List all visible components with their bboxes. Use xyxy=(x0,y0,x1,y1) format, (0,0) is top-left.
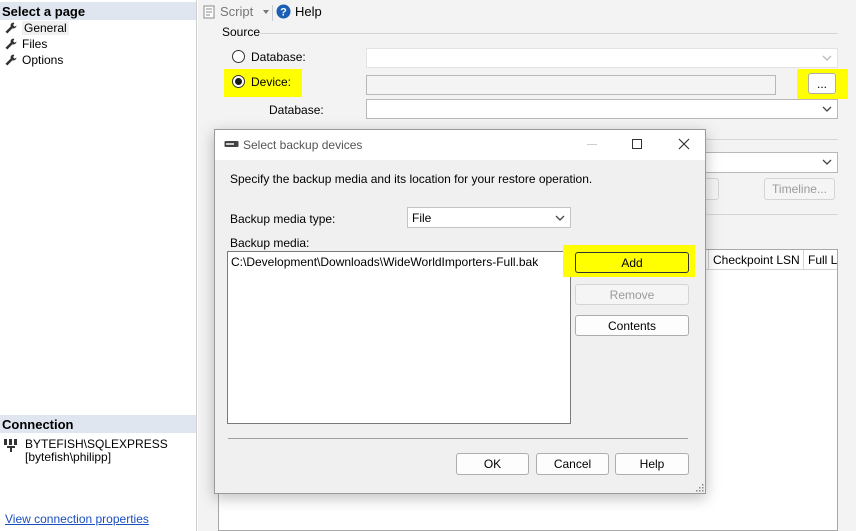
contents-button[interactable]: Contents xyxy=(575,315,689,336)
connection-server: BYTEFISH\SQLEXPRESS xyxy=(25,437,168,451)
remove-button[interactable]: Remove xyxy=(575,284,689,305)
device-database-label: Database: xyxy=(269,103,324,117)
help-label: Help xyxy=(295,4,322,19)
media-type-label: Backup media type: xyxy=(230,212,336,226)
backup-media-list[interactable]: C:\Development\Downloads\WideWorldImport… xyxy=(227,251,571,424)
chevron-down-icon xyxy=(822,55,832,61)
page-item-options[interactable]: Options xyxy=(4,52,63,68)
wrench-icon xyxy=(5,38,17,50)
ok-button[interactable]: OK xyxy=(456,453,529,475)
connection-user: [bytefish\philipp] xyxy=(25,450,112,464)
wrench-icon xyxy=(5,54,17,66)
view-connection-properties-link[interactable]: View connection properties xyxy=(5,512,149,526)
script-icon xyxy=(203,5,215,18)
backup-sets-group-line xyxy=(705,214,838,215)
database-radio[interactable] xyxy=(232,50,245,63)
wrench-icon xyxy=(5,22,17,34)
connection-icon xyxy=(4,439,17,452)
dialog-separator xyxy=(228,438,688,439)
grid-header-full-lsn[interactable]: Full LS xyxy=(808,253,837,267)
select-backup-devices-dialog: Select backup devices Specify the backup… xyxy=(214,129,706,494)
source-group-line xyxy=(260,33,838,34)
connection-header: Connection xyxy=(0,415,196,433)
source-group-label: Source xyxy=(222,25,261,39)
destination-group-line xyxy=(705,139,838,140)
device-radio-label: Device: xyxy=(251,75,292,89)
close-icon[interactable] xyxy=(678,138,690,150)
timeline-button[interactable]: Timeline... xyxy=(764,178,835,200)
cancel-button[interactable]: Cancel xyxy=(536,453,609,475)
destination-select[interactable] xyxy=(705,152,838,173)
page-item-label: Files xyxy=(22,37,48,51)
chevron-down-icon xyxy=(822,106,832,112)
script-button[interactable]: Script xyxy=(202,4,271,19)
script-label: Script xyxy=(220,4,254,19)
dialog-instructions: Specify the backup media and its locatio… xyxy=(230,172,593,186)
toolbar-separator xyxy=(272,5,273,21)
chevron-down-icon xyxy=(555,215,565,221)
help-button[interactable]: ? Help xyxy=(276,4,322,19)
dialog-title: Select backup devices xyxy=(243,138,363,152)
dialog-help-button[interactable]: Help xyxy=(615,453,689,475)
page-item-label: Options xyxy=(22,53,64,67)
dialog-titlebar[interactable]: Select backup devices xyxy=(215,130,705,160)
media-type-value: File xyxy=(412,211,432,225)
backup-media-label: Backup media: xyxy=(230,236,310,250)
add-button[interactable]: Add xyxy=(575,252,689,273)
source-database-select[interactable] xyxy=(366,48,838,68)
page-item-general[interactable]: General xyxy=(4,20,69,36)
backup-media-item[interactable]: C:\Development\Downloads\WideWorldImport… xyxy=(231,255,538,269)
page-item-files[interactable]: Files xyxy=(4,36,47,52)
device-path-field[interactable] xyxy=(366,75,776,95)
select-page-panel: Select a page General Files Options Conn… xyxy=(0,0,197,531)
help-icon: ? xyxy=(276,4,291,19)
grid-header-checkpoint-lsn[interactable]: Checkpoint LSN xyxy=(713,253,800,267)
device-database-select[interactable] xyxy=(366,99,838,119)
device-browse-button[interactable]: ... xyxy=(808,73,836,94)
backup-device-icon xyxy=(224,141,239,147)
device-radio[interactable] xyxy=(232,75,245,88)
page-item-label: General xyxy=(22,21,69,35)
database-radio-label: Database: xyxy=(251,50,306,64)
dropdown-arrow-icon[interactable] xyxy=(261,7,271,17)
resize-grip-icon[interactable] xyxy=(695,483,704,492)
maximize-icon[interactable] xyxy=(632,139,642,149)
media-type-select[interactable]: File xyxy=(407,207,571,228)
select-page-header: Select a page xyxy=(0,2,196,20)
chevron-down-icon xyxy=(822,159,832,165)
minimize-icon xyxy=(587,144,597,145)
grid-divider xyxy=(708,250,709,270)
grid-divider xyxy=(803,250,804,270)
svg-text:?: ? xyxy=(280,7,287,19)
